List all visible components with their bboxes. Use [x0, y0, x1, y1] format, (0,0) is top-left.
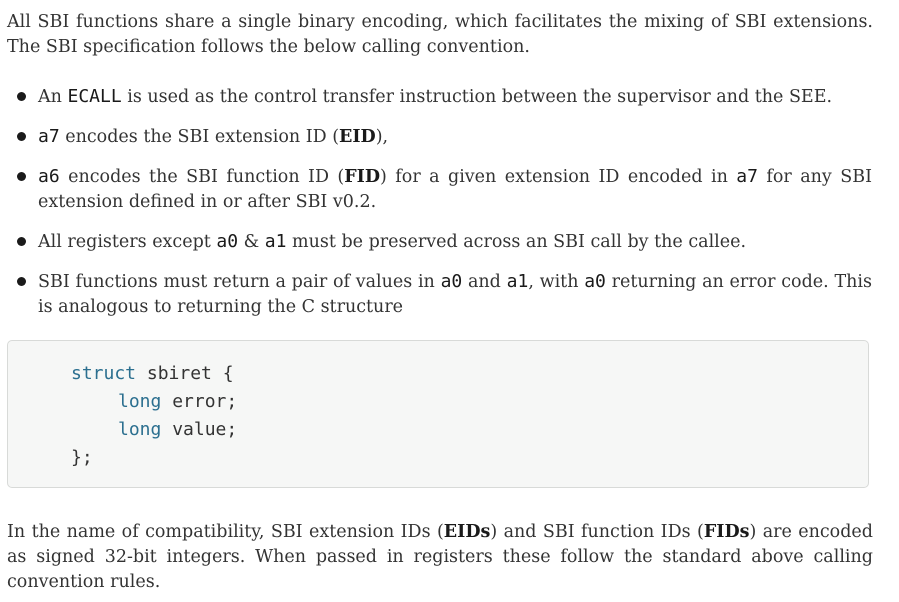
- calling-convention-list: An ECALL is used as the control transfer…: [0, 84, 899, 320]
- closing-paragraph: In the name of compatibility, SBI extens…: [7, 522, 873, 592]
- inline-code: a0: [216, 231, 239, 252]
- code-line: long value;: [118, 419, 238, 440]
- code-keyword: long: [118, 391, 162, 412]
- bullet-icon: [17, 92, 26, 101]
- bullet-icon: [17, 277, 26, 286]
- inline-code: a7: [38, 126, 60, 147]
- inline-code: a0: [440, 271, 463, 292]
- bold-term: FIDs: [703, 522, 750, 542]
- bold-term: FID: [344, 167, 381, 187]
- code-line: struct sbiret {: [71, 363, 234, 384]
- inline-code: a7: [736, 166, 758, 187]
- list-item: An ECALL is used as the control transfer…: [0, 84, 872, 110]
- document-page: All SBI functions share a single binary …: [0, 0, 899, 602]
- inline-code: ECALL: [67, 86, 122, 107]
- list-item: a6 encodes the SBI function ID (FID) for…: [0, 164, 872, 215]
- bold-term: EID: [339, 127, 376, 147]
- list-item: All registers except a0 & a1 must be pre…: [0, 229, 872, 255]
- code-line: };: [71, 447, 93, 468]
- code-keyword: long: [118, 419, 162, 440]
- code-block[interactable]: struct sbiret { long error; long value; …: [7, 340, 869, 488]
- bullet-icon: [17, 132, 26, 141]
- list-item: a7 encodes the SBI extension ID (EID),: [0, 124, 872, 150]
- inline-code: a1: [264, 231, 287, 252]
- intro-paragraph: All SBI functions share a single binary …: [7, 12, 873, 57]
- bullet-icon: [17, 172, 26, 181]
- bold-term: EIDs: [443, 522, 491, 542]
- bullet-icon: [17, 237, 26, 246]
- code-line: long error;: [118, 391, 238, 412]
- list-item: SBI functions must return a pair of valu…: [0, 269, 872, 320]
- inline-code: a6: [38, 166, 60, 187]
- inline-code: a0: [584, 271, 606, 292]
- inline-code: a1: [506, 271, 529, 292]
- code-keyword: struct: [71, 363, 137, 384]
